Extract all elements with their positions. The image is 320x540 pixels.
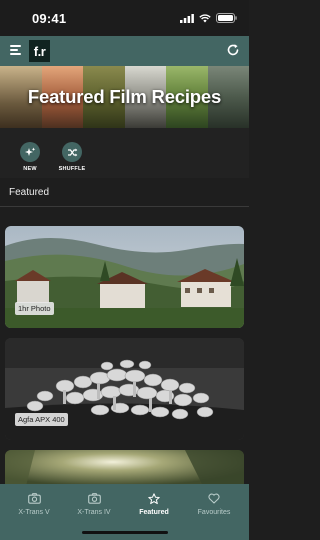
new-label: NEW (23, 166, 37, 172)
status-icons (180, 13, 237, 23)
nav-bar: f.r (0, 36, 249, 66)
recipe-card[interactable]: 1hr Photo (5, 226, 244, 328)
tab-label: X-Trans IV (77, 509, 111, 516)
new-button[interactable]: NEW (15, 142, 45, 172)
tab-label: X-Trans V (18, 509, 50, 516)
tab-favourites[interactable]: Favourites (183, 493, 245, 516)
tab-x-trans-iv[interactable]: X-Trans IV (63, 493, 125, 516)
status-bar: 09:41 (0, 0, 249, 36)
menu-icon[interactable] (10, 45, 21, 57)
star-icon (148, 493, 160, 505)
battery-icon (216, 13, 237, 23)
camera-icon (27, 493, 41, 504)
tab-label: Featured (139, 509, 169, 516)
section-title: Featured (9, 187, 50, 198)
tab-featured[interactable]: Featured (123, 493, 185, 516)
card-label: Agfa APX 400 (15, 413, 68, 426)
app-logo: f.r (29, 40, 50, 62)
refresh-icon[interactable] (226, 43, 240, 57)
camera-icon (87, 493, 101, 504)
shuffle-icon (67, 148, 77, 156)
banner-title: Featured Film Recipes (27, 86, 222, 107)
featured-banner: Featured Film Recipes (0, 66, 249, 128)
quick-actions: NEW SHUFFLE (0, 128, 249, 178)
status-time: 09:41 (32, 11, 67, 26)
home-indicator (82, 531, 168, 534)
recipe-card[interactable]: Agfa APX 400 (5, 338, 244, 440)
tab-x-trans-v[interactable]: X-Trans V (3, 493, 65, 516)
sparkle-icon (24, 147, 35, 156)
wifi-icon (199, 13, 211, 22)
shuffle-label: SHUFFLE (58, 166, 86, 172)
shuffle-button[interactable]: SHUFFLE (57, 142, 87, 172)
tab-label: Favourites (197, 509, 231, 516)
heart-icon (208, 493, 220, 504)
section-divider (0, 206, 249, 207)
card-label: 1hr Photo (15, 302, 54, 315)
signal-icon (180, 13, 194, 23)
